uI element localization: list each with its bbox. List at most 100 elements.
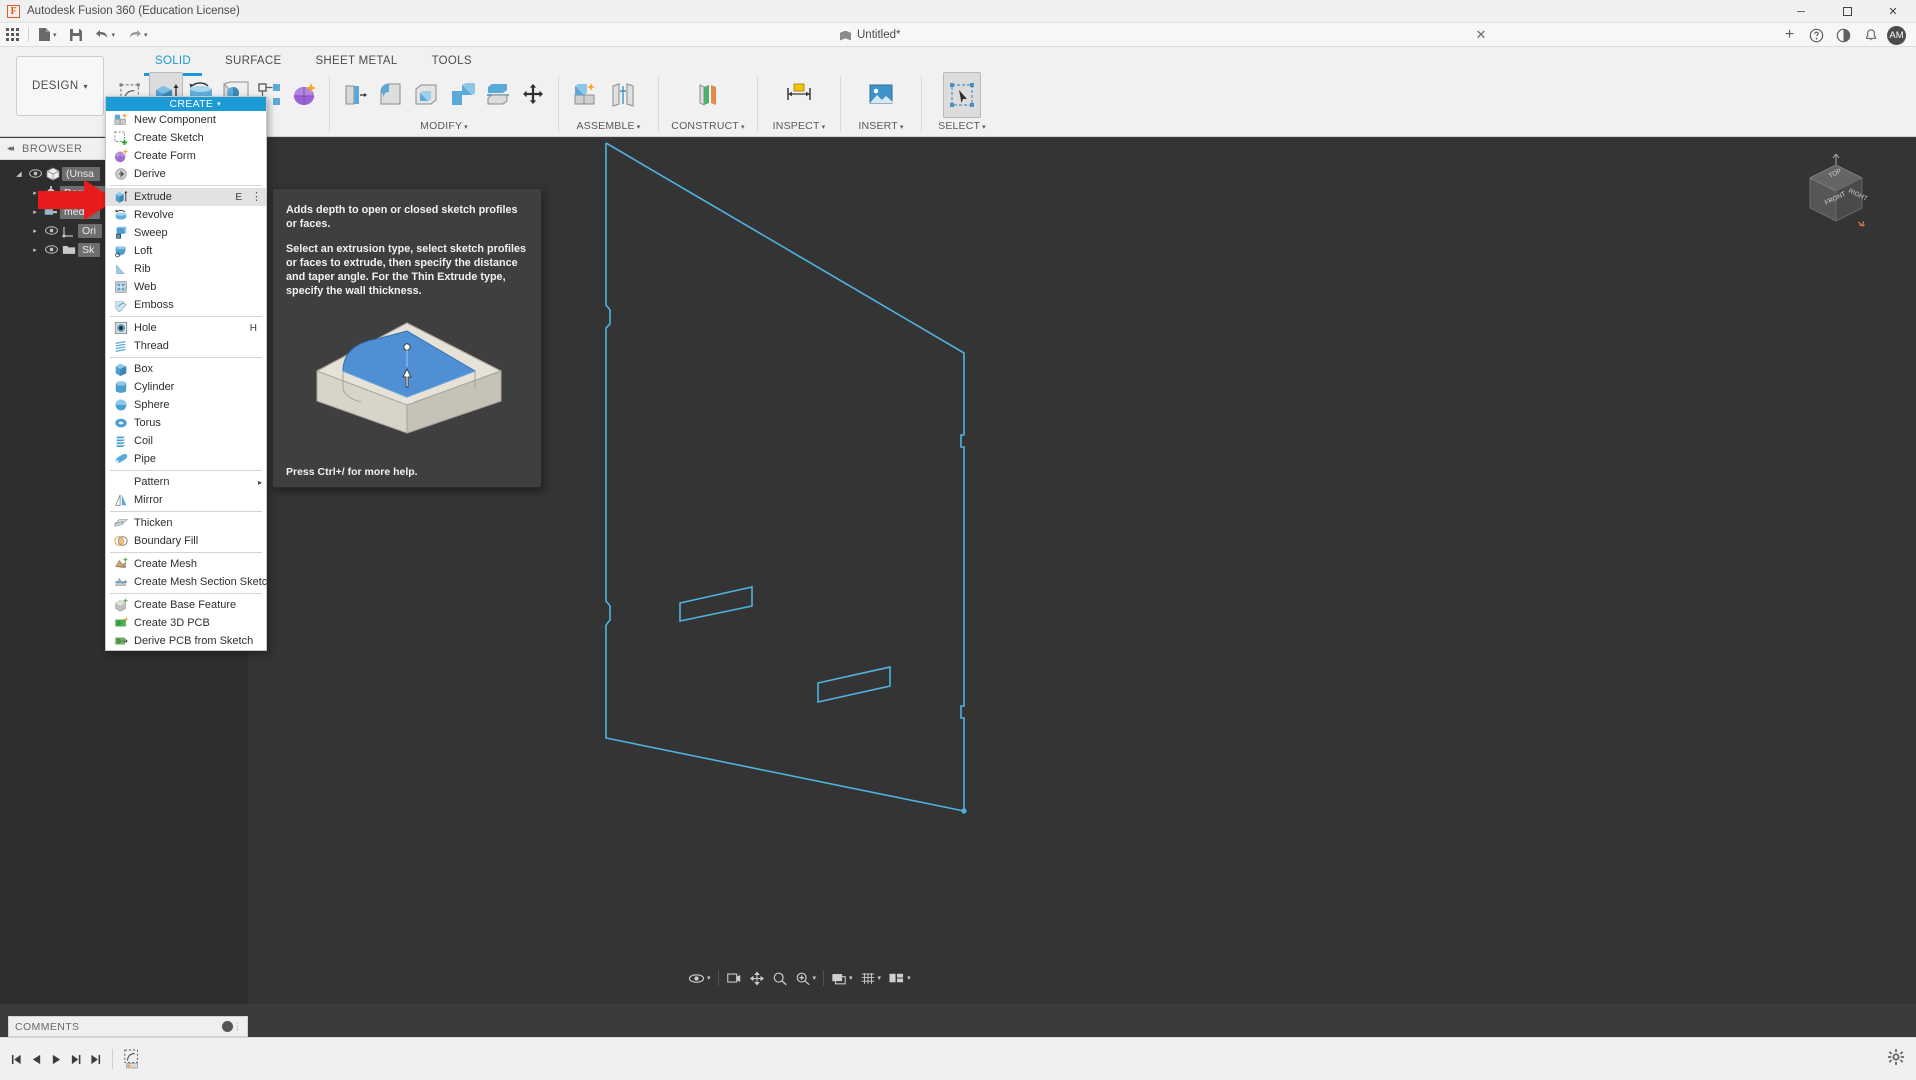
menu-item-create-base-feature[interactable]: Create Base Feature [106, 596, 266, 614]
close-window-button[interactable]: ✕ [1870, 0, 1916, 23]
create-dropdown-menu[interactable]: CREATE ▾ New Component Create Sketch Cre… [105, 96, 273, 651]
tab-tools[interactable]: TOOLS [415, 51, 489, 71]
maximize-button[interactable] [1824, 0, 1870, 23]
measure-button[interactable] [780, 72, 818, 118]
timeline-step-forward-button[interactable] [66, 1047, 86, 1071]
menu-item-create-mesh[interactable]: Create Mesh [106, 555, 266, 573]
timeline-step-back-button[interactable] [26, 1047, 46, 1071]
minimize-button[interactable]: ─ [1778, 0, 1824, 23]
timeline-play-button[interactable] [46, 1047, 66, 1071]
menu-item-overflow-icon[interactable]: ⋮ [251, 192, 262, 203]
fillet-button[interactable] [373, 72, 409, 118]
tab-solid[interactable]: SOLID [138, 51, 208, 76]
panel-inspect-label[interactable]: INSPECT ▾ [761, 119, 837, 133]
panel-inspect: INSPECT ▾ [761, 71, 837, 137]
user-avatar[interactable]: AM [1887, 25, 1906, 45]
timeline-go-to-beginning-button[interactable] [6, 1047, 26, 1071]
tab-sheet-metal[interactable]: SHEET METAL [298, 51, 414, 71]
panel-insert-label[interactable]: INSERT ▾ [844, 119, 918, 133]
menu-item-emboss[interactable]: Emboss [106, 296, 266, 314]
joint-button[interactable] [604, 72, 642, 118]
expand-twisty-icon[interactable]: ▸ [28, 246, 42, 254]
menu-item-cylinder[interactable]: Cylinder [106, 378, 266, 396]
orbit-button[interactable]: ▾ [685, 967, 714, 989]
document-tab-close-button[interactable]: ✕ [1472, 23, 1490, 47]
menu-item-pattern[interactable]: Pattern ▸ [106, 473, 266, 491]
redo-button[interactable]: ▾ [121, 23, 154, 47]
menu-item-create-mesh-section-sketch[interactable]: Create Mesh Section Sketch [106, 573, 273, 591]
menu-item-sphere[interactable]: Sphere [106, 396, 266, 414]
timeline-sketch-feature[interactable] [119, 1047, 145, 1071]
viewports-button[interactable]: ▾ [885, 967, 914, 989]
add-tab-button[interactable]: + [1776, 23, 1803, 47]
expand-twisty-icon[interactable]: ▸ [28, 189, 42, 197]
web-icon [113, 280, 128, 295]
document-tab-untitled[interactable]: Untitled* [840, 23, 900, 47]
comments-grip-icon[interactable]: ⋮ [233, 1021, 242, 1032]
job-status-icon[interactable] [1830, 23, 1857, 47]
new-component-button[interactable] [566, 72, 604, 118]
menu-item-rib[interactable]: Rib [106, 260, 266, 278]
expand-twisty-icon[interactable]: ◢ [12, 170, 26, 178]
comments-badge-icon[interactable] [222, 1021, 233, 1032]
menu-item-label: Boundary Fill [134, 535, 199, 547]
visibility-eye-icon[interactable] [42, 245, 60, 254]
menu-item-torus[interactable]: Torus [106, 414, 266, 432]
menu-item-pipe[interactable]: Pipe [106, 450, 266, 468]
zoom-button[interactable] [769, 967, 791, 989]
visibility-eye-icon[interactable] [26, 169, 44, 178]
pan-button[interactable] [746, 967, 768, 989]
panel-construct-label[interactable]: CONSTRUCT ▾ [662, 119, 754, 133]
combine-button[interactable] [444, 72, 480, 118]
menu-item-mirror[interactable]: Mirror [106, 491, 266, 509]
expand-twisty-icon[interactable]: ▸ [28, 227, 42, 235]
menu-item-create-sketch[interactable]: Create Sketch [106, 129, 266, 147]
display-settings-button[interactable]: ▾ [828, 967, 856, 989]
timeline-go-to-end-button[interactable] [86, 1047, 106, 1071]
menu-item-coil[interactable]: Coil [106, 432, 266, 450]
menu-item-sweep[interactable]: Sweep [106, 224, 266, 242]
menu-item-create-3d-pcb[interactable]: Create 3D PCB [106, 614, 266, 632]
menu-item-derive-pcb-from-sketch[interactable]: Derive PCB from Sketch [106, 632, 266, 650]
expand-twisty-icon[interactable]: ▸ [28, 208, 42, 216]
menu-item-hole[interactable]: Hole H [106, 319, 266, 337]
help-icon[interactable] [1803, 23, 1830, 47]
new-document-button[interactable]: ▾ [32, 23, 63, 47]
collapse-panel-icon[interactable]: ◂◂ [7, 143, 14, 154]
app-grid-icon[interactable] [0, 23, 25, 47]
menu-item-new-component[interactable]: New Component [106, 111, 266, 129]
panel-assemble-label[interactable]: ASSEMBLE ▾ [562, 119, 655, 133]
split-body-button[interactable] [480, 72, 516, 118]
menu-item-loft[interactable]: Loft [106, 242, 266, 260]
workspace-selector[interactable]: DESIGN ▾ [16, 56, 104, 116]
select-tool-button[interactable] [943, 72, 981, 118]
zoom-window-button[interactable]: ▾ [792, 967, 820, 989]
offset-plane-button[interactable] [689, 72, 727, 118]
panel-modify-label[interactable]: MODIFY ▾ [333, 119, 555, 133]
menu-item-web[interactable]: Web [106, 278, 266, 296]
menu-item-thicken[interactable]: Thicken [106, 514, 266, 532]
undo-button[interactable]: ▾ [89, 23, 122, 47]
press-pull-button[interactable] [337, 72, 373, 118]
insert-mcmaster-button[interactable] [862, 72, 900, 118]
grid-snap-button[interactable]: ▾ [857, 967, 885, 989]
menu-item-extrude[interactable]: Extrude E ⋮ [106, 188, 266, 206]
create-form-sculpt-button[interactable] [287, 72, 322, 118]
menu-item-create-form[interactable]: Create Form [106, 147, 266, 165]
menu-item-box[interactable]: Box [106, 360, 266, 378]
comments-bar[interactable]: COMMENTS ⋮ [8, 1016, 248, 1037]
save-button[interactable] [63, 23, 89, 47]
notifications-bell-icon[interactable] [1857, 23, 1884, 47]
panel-select-label[interactable]: SELECT ▾ [925, 119, 999, 133]
visibility-eye-icon[interactable] [42, 226, 60, 235]
view-cube[interactable]: FRONT RIGHT TOP [1790, 148, 1882, 240]
menu-item-boundary-fill[interactable]: Boundary Fill [106, 532, 266, 550]
timeline-settings-icon[interactable] [1888, 1049, 1904, 1069]
move-copy-button[interactable] [515, 72, 551, 118]
menu-item-revolve[interactable]: Revolve [106, 206, 266, 224]
tab-surface[interactable]: SURFACE [208, 51, 298, 71]
menu-item-derive[interactable]: Derive [106, 165, 266, 183]
shell-button[interactable] [408, 72, 444, 118]
look-at-button[interactable] [723, 967, 745, 989]
menu-item-thread[interactable]: Thread [106, 337, 266, 355]
